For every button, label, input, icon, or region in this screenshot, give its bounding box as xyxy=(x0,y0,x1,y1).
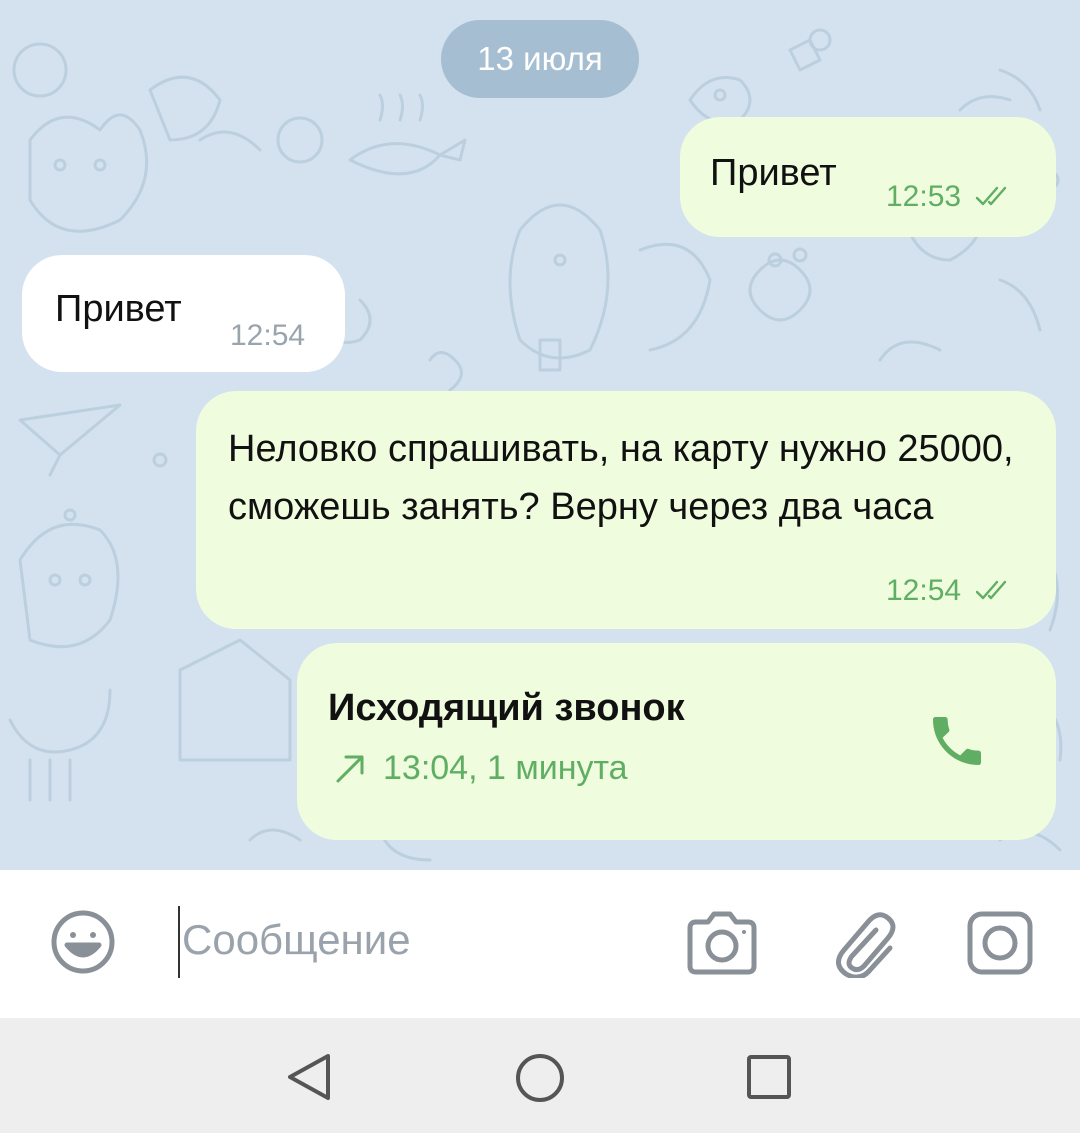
chat-area[interactable]: 13 июля Привет 12:53 Привет 12:54 Неловк… xyxy=(0,0,1080,870)
double-check-icon xyxy=(975,580,1007,600)
phone-icon[interactable] xyxy=(925,709,989,773)
recent-apps-icon[interactable] xyxy=(746,1054,792,1100)
call-time-duration: 13:04, 1 минута xyxy=(383,749,628,787)
message-input[interactable]: Сообщение xyxy=(182,916,411,964)
system-navigation-bar xyxy=(0,1018,1080,1133)
outgoing-arrow-icon xyxy=(336,755,364,782)
call-title: Исходящий звонок xyxy=(328,687,685,729)
outgoing-call-bubble[interactable]: Исходящий звонок 13:04, 1 минута xyxy=(297,643,1056,840)
home-icon[interactable] xyxy=(514,1052,566,1104)
double-check-icon xyxy=(975,186,1007,206)
outgoing-message-bubble[interactable]: Привет 12:53 xyxy=(680,117,1056,237)
camera-icon[interactable] xyxy=(684,908,760,978)
message-meta: 12:54 xyxy=(886,574,1015,608)
text-cursor xyxy=(178,906,180,978)
outgoing-message-bubble[interactable]: Неловко спрашивать, на карту нужно 25000… xyxy=(196,391,1056,629)
message-text: Привет xyxy=(55,288,182,330)
message-time: 12:54 xyxy=(886,574,962,607)
video-message-icon[interactable] xyxy=(966,910,1034,976)
message-meta: 12:54 xyxy=(230,319,305,353)
paperclip-icon[interactable] xyxy=(832,908,898,978)
incoming-message-bubble[interactable]: Привет 12:54 xyxy=(22,255,345,372)
message-text: Привет xyxy=(710,152,837,194)
emoji-icon[interactable] xyxy=(50,909,116,975)
message-time: 12:53 xyxy=(886,180,962,213)
date-separator: 13 июля xyxy=(441,20,639,98)
message-input-bar: Сообщение xyxy=(0,870,1080,1018)
call-details: 13:04, 1 минута xyxy=(335,749,628,788)
telegram-chat-screen: 13 июля Привет 12:53 Привет 12:54 Неловк… xyxy=(0,0,1080,1133)
message-text: Неловко спрашивать, на карту нужно 25000… xyxy=(228,428,1014,528)
message-time: 12:54 xyxy=(230,319,306,352)
message-meta: 12:53 xyxy=(886,180,1015,214)
back-icon[interactable] xyxy=(286,1052,332,1102)
